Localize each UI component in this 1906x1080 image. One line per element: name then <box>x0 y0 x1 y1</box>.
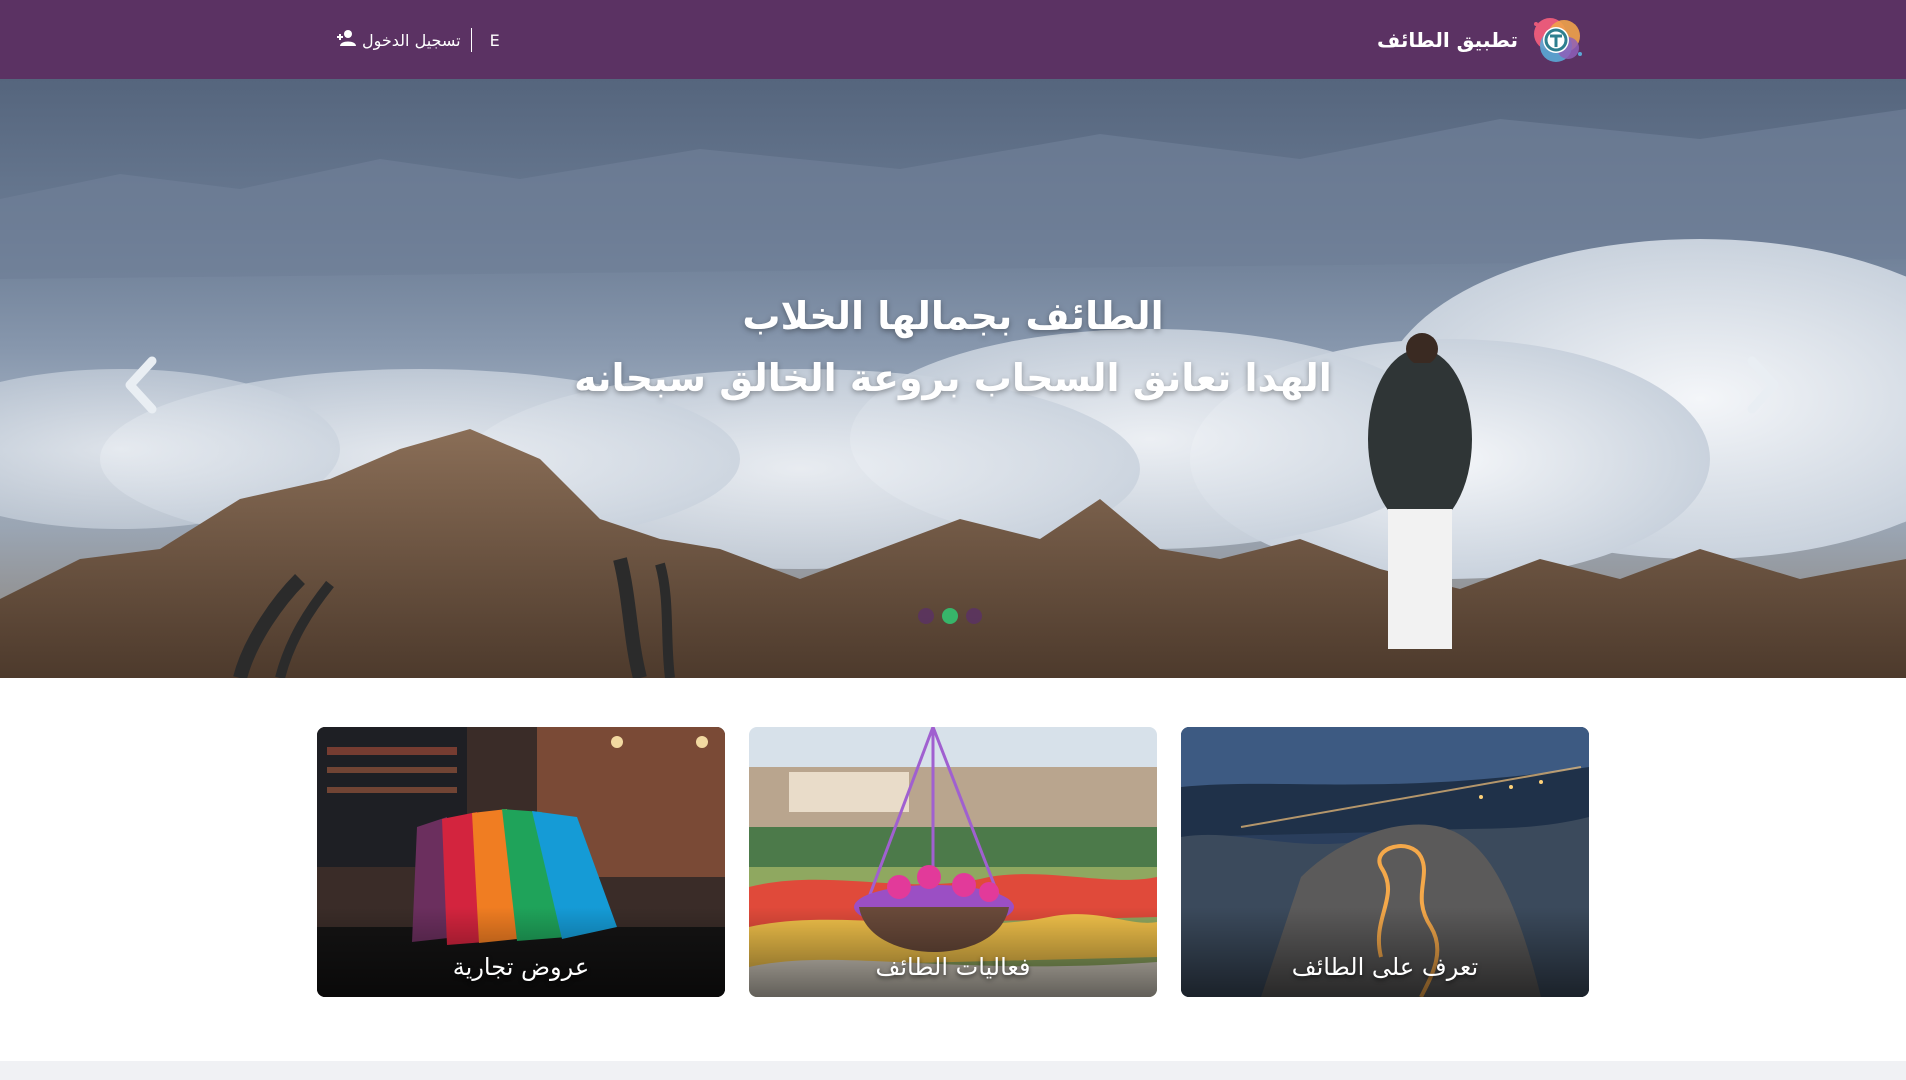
chevron-right-icon <box>1742 355 1782 419</box>
card-commercial-offers[interactable]: عروض تجارية <box>317 727 725 997</box>
carousel-indicator-1[interactable] <box>918 608 934 624</box>
chevron-left-icon <box>122 355 162 419</box>
brand-name: تطبيق الطائف <box>1377 28 1518 52</box>
header-actions: تسجيل الدخول E <box>336 24 500 56</box>
brand[interactable]: تطبيق الطائف <box>1377 14 1586 66</box>
card-taif-events[interactable]: فعاليات الطائف <box>749 727 1157 997</box>
language-switch[interactable]: E <box>490 31 500 50</box>
hero-caption: الطائف بجمالها الخلاب الهدا تعانق السحاب… <box>0 285 1906 409</box>
page: تطبيق الطائف تسجيل الدخول E الطائف بجمال… <box>0 0 1906 1080</box>
user-plus-icon <box>336 29 356 51</box>
hero-title-line1: الطائف بجمالها الخلاب <box>742 294 1164 338</box>
carousel-next-button[interactable] <box>1732 347 1792 427</box>
login-label: تسجيل الدخول <box>362 30 461 50</box>
card-label-events: فعاليات الطائف <box>875 953 1031 981</box>
carousel-indicator-2[interactable] <box>942 608 958 624</box>
card-label-offers: عروض تجارية <box>452 953 590 981</box>
footer-strip <box>0 1061 1906 1080</box>
hero-carousel: الطائف بجمالها الخلاب الهدا تعانق السحاب… <box>0 79 1906 678</box>
carousel-indicator-3[interactable] <box>966 608 982 624</box>
card-shade <box>1181 907 1589 997</box>
card-shade <box>317 907 725 997</box>
card-label-discover: تعرف على الطائف <box>1291 953 1479 981</box>
carousel-indicators <box>918 608 982 624</box>
category-cards: عروض تجارية فعاليات الطائف تعرف على الطا… <box>317 727 1589 997</box>
card-discover-taif[interactable]: تعرف على الطائف <box>1181 727 1589 997</box>
hero-title-line2: الهدا تعانق السحاب بروعة الخالق سبحانه <box>574 356 1332 400</box>
card-shade <box>749 907 1157 997</box>
top-navbar: تطبيق الطائف تسجيل الدخول E <box>0 0 1906 79</box>
login-link[interactable]: تسجيل الدخول <box>336 29 461 51</box>
carousel-prev-button[interactable] <box>112 347 172 427</box>
taif-app-logo <box>1528 14 1586 66</box>
header-divider <box>470 28 472 52</box>
